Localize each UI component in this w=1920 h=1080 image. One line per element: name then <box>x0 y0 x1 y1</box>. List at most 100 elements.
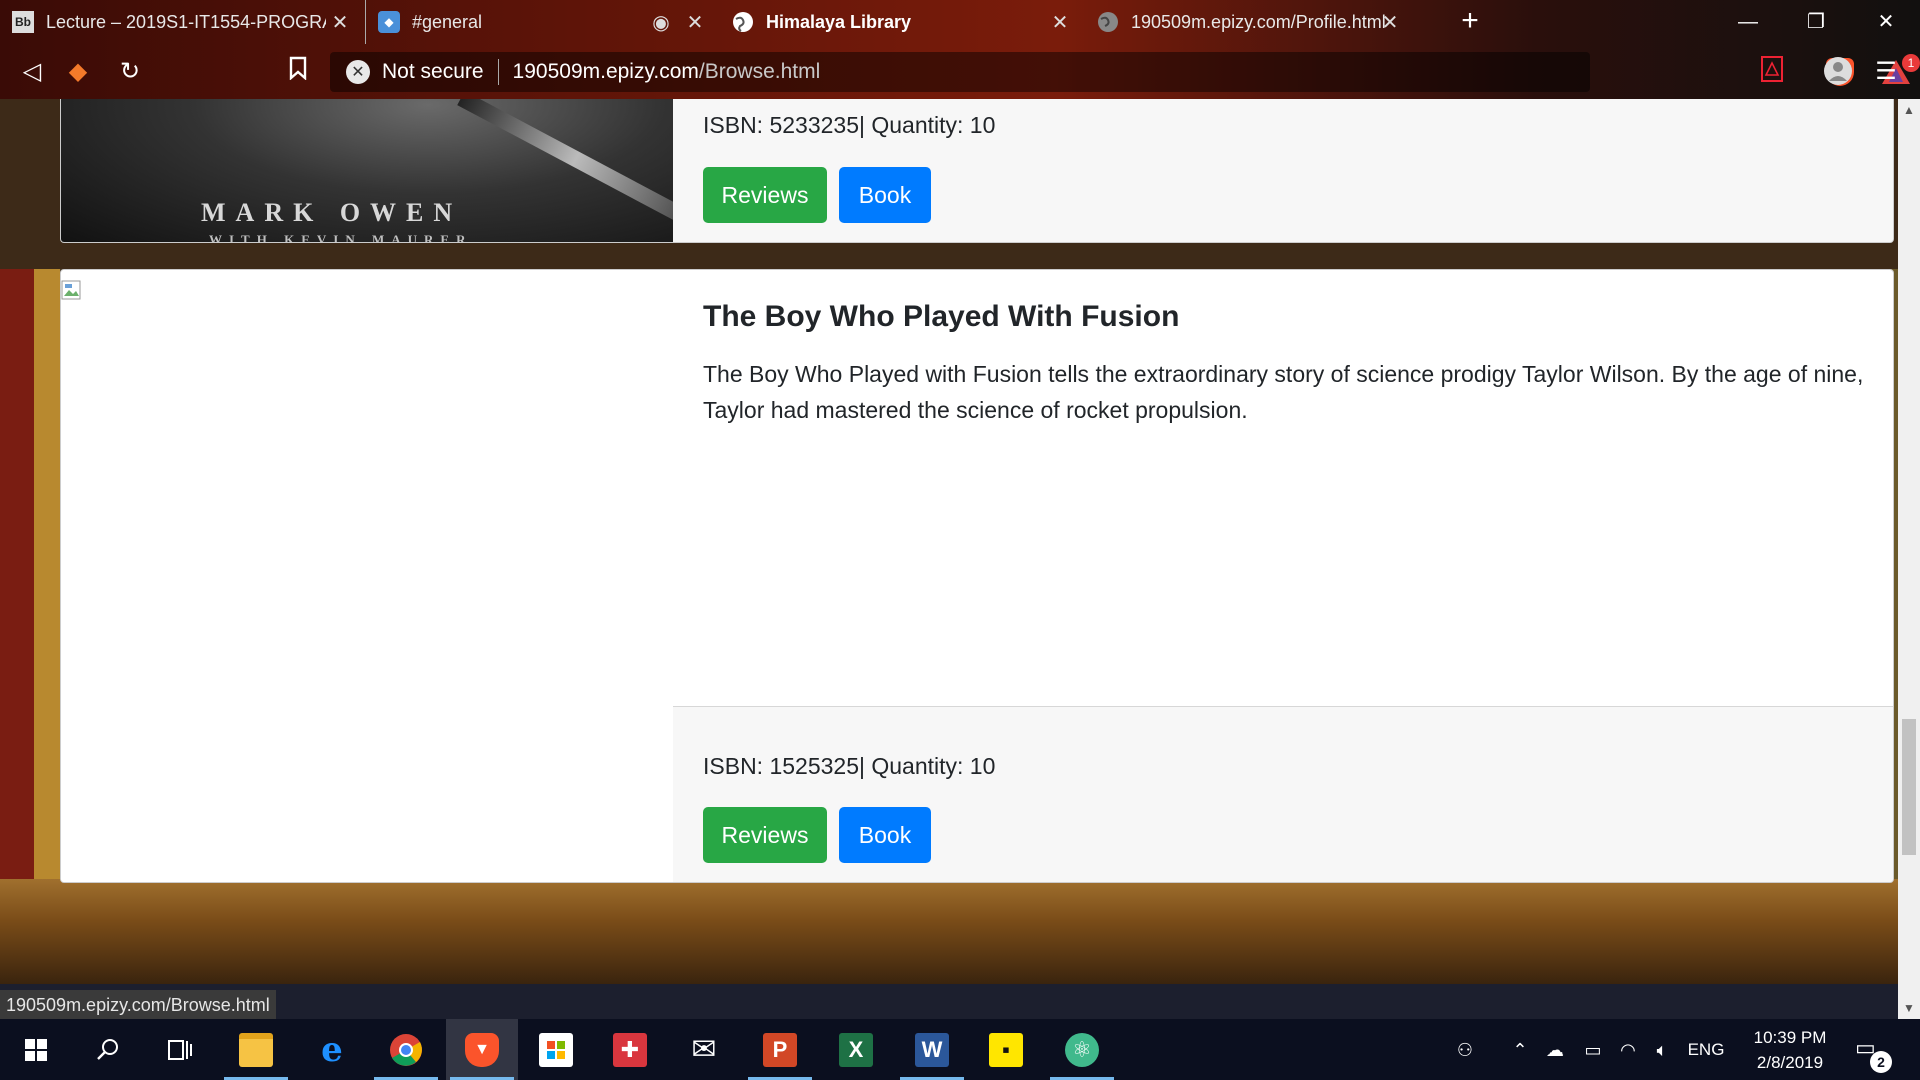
taskbar-store[interactable] <box>520 1019 592 1080</box>
pdf-extension-icon[interactable] <box>1756 56 1788 88</box>
task-view-button[interactable] <box>144 1019 216 1080</box>
globe-icon <box>1097 11 1119 33</box>
book-title[interactable]: The Boy Who Played With Fusion <box>703 300 1179 334</box>
onedrive-cloud-icon[interactable]: ☁ <box>1540 1037 1570 1063</box>
blackboard-icon: Bb <box>12 11 34 33</box>
excel-icon: X <box>839 1032 873 1067</box>
vertical-scrollbar[interactable]: ▲ ▼ <box>1898 99 1920 1019</box>
back-icon[interactable]: ◁ <box>16 56 48 88</box>
book-meta: ISBN: 5233235| Quantity: 10 <box>703 112 996 138</box>
file-explorer-icon <box>239 1032 273 1067</box>
taskbar-edge[interactable]: e <box>296 1019 368 1080</box>
taskbar-excel[interactable]: X <box>820 1019 892 1080</box>
card-body: The Boy Who Played With Fusion The Boy W… <box>673 270 1893 882</box>
status-url-bubble: 190509m.epizy.com/Browse.html <box>0 990 276 1020</box>
close-tab-icon[interactable]: ✕ <box>1379 10 1401 35</box>
taskbar-word[interactable]: W <box>896 1019 968 1080</box>
atom-icon: ⚛ <box>1065 1032 1099 1067</box>
reload-icon[interactable]: ↻ <box>114 56 146 88</box>
word-icon: W <box>915 1032 949 1067</box>
taskbar-chrome[interactable] <box>370 1019 442 1080</box>
address-bar[interactable]: ✕ Not secure 190509m.epizy.com/Browse.ht… <box>330 52 1920 92</box>
tab-lecture[interactable]: Bb Lecture – 2019S1-IT1554-PROGRAMMING ✕ <box>0 0 365 44</box>
start-button[interactable] <box>0 1019 72 1080</box>
language-indicator[interactable]: ENG <box>1684 1037 1728 1063</box>
volume-icon[interactable]: 🔈︎ <box>1648 1037 1676 1063</box>
chrome-icon <box>390 1033 422 1066</box>
task-view-icon <box>168 1039 192 1060</box>
tab-title: Lecture – 2019S1-IT1554-PROGRAMMING <box>46 11 326 32</box>
mail-icon: ✉ <box>691 1033 717 1066</box>
taskbar-atom[interactable]: ⚛ <box>1046 1019 1118 1080</box>
windows-logo-icon <box>25 1038 47 1061</box>
close-window-icon[interactable]: ✕ <box>1852 0 1920 44</box>
book-card: MARK OWEN WITH KEVIN MAURER ISBN: 523323… <box>60 99 1894 243</box>
book-card: The Boy Who Played With Fusion The Boy W… <box>60 269 1894 883</box>
battery-icon[interactable]: ▭ <box>1578 1037 1608 1063</box>
close-tab-icon[interactable]: ✕ <box>684 10 706 35</box>
tab-strip: Bb Lecture – 2019S1-IT1554-PROGRAMMING ✕… <box>0 0 1920 44</box>
card-footer: ISBN: 5233235| Quantity: 10 Reviews Book <box>673 99 1893 242</box>
windows-taskbar: e ▼ ✚ ✉ P X W ▪ ⚛ ⚇ ⌃ ☁ ▭ ◠ 🔈︎ ENG 10:39… <box>0 1019 1920 1080</box>
cover-coauthor: WITH KEVIN MAURER <box>209 232 473 243</box>
taskbar-powerpoint[interactable]: P <box>744 1019 816 1080</box>
search-button[interactable] <box>72 1019 144 1080</box>
book-meta: ISBN: 1525325| Quantity: 10 <box>703 753 996 779</box>
taskbar-mail[interactable]: ✉ <box>668 1019 740 1080</box>
brave-flame-icon[interactable]: ◆ <box>62 56 94 88</box>
search-icon <box>97 1038 118 1060</box>
sticky-notes-icon: ▪ <box>989 1032 1023 1067</box>
tab-general[interactable]: ◆ #general ◉ ✕ <box>365 0 720 44</box>
navigation-toolbar: ◁ ◆ ↻ ✕ Not secure 190509m.epizy.com/Bro… <box>0 44 1920 99</box>
system-clock[interactable]: 10:39 PM 2/8/2019 <box>1735 1025 1845 1075</box>
people-icon[interactable]: ⚇ <box>1450 1037 1480 1063</box>
menu-icon[interactable]: ☰ <box>1870 56 1902 88</box>
close-tab-icon[interactable]: ✕ <box>329 10 351 35</box>
close-tab-icon[interactable]: ✕ <box>1049 10 1071 35</box>
not-secure-icon[interactable]: ✕ <box>346 60 370 84</box>
gift-icon: ✚ <box>613 1032 647 1067</box>
minimize-icon[interactable]: — <box>1714 0 1782 44</box>
reviews-button[interactable]: Reviews <box>703 807 827 863</box>
tab-title: 190509m.epizy.com/Profile.html <box>1131 11 1386 32</box>
url-host: 190509m.epizy.com <box>512 60 699 83</box>
edge-icon: e <box>321 1029 343 1070</box>
bookmark-icon[interactable] <box>282 56 314 88</box>
scroll-down-arrow-icon[interactable]: ▼ <box>1898 997 1920 1019</box>
security-label[interactable]: Not secure <box>382 60 484 84</box>
scroll-thumb[interactable] <box>1902 719 1916 855</box>
clock-date: 2/8/2019 <box>1756 1053 1824 1072</box>
profile-avatar-icon[interactable] <box>1822 56 1854 88</box>
bookshelf-floor <box>0 879 1898 984</box>
browser-chrome: Bb Lecture – 2019S1-IT1554-PROGRAMMING ✕… <box>0 0 1920 99</box>
reviews-button[interactable]: Reviews <box>703 167 827 223</box>
book-cover-image <box>61 270 673 882</box>
card-body: ISBN: 5233235| Quantity: 10 Reviews Book <box>673 99 1893 242</box>
wifi-icon[interactable]: ◠ <box>1614 1037 1642 1063</box>
tab-title: #general <box>412 11 483 32</box>
tab-profile[interactable]: 190509m.epizy.com/Profile.html ✕ <box>1085 0 1415 44</box>
page-bottom-strip <box>0 984 1898 1019</box>
divider <box>497 59 499 85</box>
book-cover-image: MARK OWEN WITH KEVIN MAURER <box>61 99 695 243</box>
scroll-up-arrow-icon[interactable]: ▲ <box>1898 99 1920 121</box>
clock-time: 10:39 PM <box>1753 1028 1827 1047</box>
chevron-up-icon[interactable]: ⌃ <box>1508 1037 1532 1063</box>
book-button[interactable]: Book <box>839 807 931 863</box>
taskbar-file-explorer[interactable] <box>220 1019 292 1080</box>
slack-icon: ◆ <box>378 11 400 33</box>
new-tab-plus-icon[interactable]: + <box>1455 6 1485 36</box>
brave-icon: ▼ <box>465 1032 499 1067</box>
audio-playing-icon[interactable]: ◉ <box>650 10 672 35</box>
taskbar-brave[interactable]: ▼ <box>446 1019 518 1080</box>
url-path: /Browse.html <box>698 60 821 83</box>
book-button[interactable]: Book <box>839 167 931 223</box>
taskbar-gift-app[interactable]: ✚ <box>594 1019 666 1080</box>
tab-himalaya-library[interactable]: Himalaya Library ✕ <box>720 0 1085 44</box>
notification-count-badge: 2 <box>1870 1051 1892 1073</box>
restore-icon[interactable]: ❐ <box>1782 0 1850 44</box>
card-footer: ISBN: 1525325| Quantity: 10 Reviews Book <box>673 706 1893 882</box>
taskbar-sticky-notes[interactable]: ▪ <box>970 1019 1042 1080</box>
broken-image-icon <box>61 280 81 300</box>
powerpoint-icon: P <box>763 1032 797 1067</box>
